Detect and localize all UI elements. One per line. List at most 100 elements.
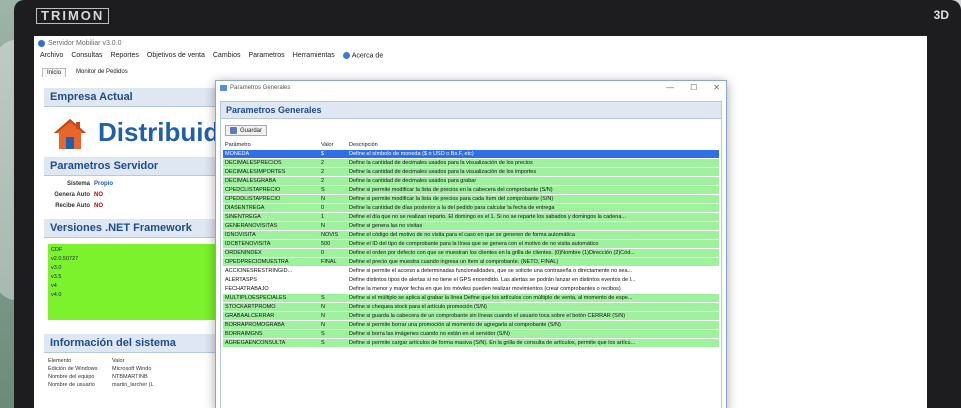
param-desc-cell[interactable]: Define si permite modificar la lista de … bbox=[347, 185, 719, 195]
param-value-cell[interactable]: S bbox=[319, 338, 347, 348]
param-desc-cell[interactable]: Define el orden por defecto con que se m… bbox=[347, 248, 719, 258]
param-desc-cell[interactable]: Define el símbolo de moneda ($ o USD o B… bbox=[347, 150, 719, 159]
menu-archivo[interactable]: Archivo bbox=[40, 52, 63, 59]
param-name-cell[interactable]: AGREGAENCONSULTA bbox=[223, 338, 319, 348]
param-desc-cell[interactable]: Define si borra las imágenes cuando no e… bbox=[347, 329, 719, 339]
param-name-cell[interactable]: OPEDPRECIOMUESTRA bbox=[223, 257, 319, 267]
param-name-cell[interactable]: DECIMALESPRECIOS bbox=[223, 158, 319, 168]
param-name-cell[interactable]: GRABAALCERRAR bbox=[223, 311, 319, 321]
param-value-cell[interactable]: 0 bbox=[319, 203, 347, 213]
table-row[interactable]: DECIMALESIMPORTES 2 Define la cantidad de … bbox=[223, 167, 719, 177]
param-name-cell[interactable]: CPEDCLISTAPRECIO bbox=[223, 185, 319, 195]
table-row[interactable]: BORRAPROMOGRABA N Define si permite borrar… bbox=[223, 320, 719, 330]
param-desc-cell[interactable]: Define el código del motivo de no visita… bbox=[347, 230, 719, 240]
table-row[interactable]: MONEDA $ Define el símbolo de moneda ($ o … bbox=[223, 150, 719, 159]
param-value-cell[interactable]: $ bbox=[319, 150, 347, 159]
param-value-cell[interactable]: N bbox=[319, 194, 347, 204]
table-row[interactable]: GENERANOVISITAS N Define si genera las no … bbox=[223, 221, 719, 231]
param-desc-cell[interactable]: Define si permite modificar la lista de … bbox=[347, 194, 719, 204]
param-value-cell[interactable]: 1 bbox=[319, 212, 347, 222]
param-value-cell[interactable]: S bbox=[319, 185, 347, 195]
param-value-cell[interactable]: NOVIS bbox=[319, 230, 347, 240]
param-name-cell[interactable]: MULTIPLOESPECIALES bbox=[223, 293, 319, 303]
param-desc-cell[interactable]: Define la cantidad de decimales usados p… bbox=[347, 176, 719, 186]
maximize-button[interactable]: ☐ bbox=[690, 83, 697, 92]
table-row[interactable]: IDNOVISITA NOVIS Define el código del moti… bbox=[223, 230, 719, 240]
param-value-cell[interactable]: S bbox=[319, 293, 347, 303]
param-name-cell[interactable]: MONEDA bbox=[223, 150, 319, 159]
table-row[interactable]: DECIMALESGRABA 2 Define la cantidad de dec… bbox=[223, 176, 719, 186]
param-desc-cell[interactable]: Define la cantidad de decimales usados p… bbox=[347, 158, 719, 168]
menu-parametros[interactable]: Parametros bbox=[249, 52, 285, 59]
table-row[interactable]: OPEDPRECIOMUESTRA FINAL Define el precio q… bbox=[223, 257, 719, 267]
param-desc-cell[interactable]: Define la menor y mayor fecha en que los… bbox=[347, 284, 719, 294]
table-row[interactable]: AGREGAENCONSULTA S Define si permite carga… bbox=[223, 338, 719, 348]
param-value-cell[interactable]: N bbox=[319, 311, 347, 321]
param-desc-cell[interactable]: Define si chequea stock para el artículo… bbox=[347, 302, 719, 312]
param-name-cell[interactable]: ORDENINDEX bbox=[223, 248, 319, 258]
param-value-cell[interactable]: N bbox=[319, 221, 347, 231]
tab-monitor-pedidos[interactable]: Monitor de Pedidos bbox=[72, 68, 132, 77]
param-value-cell[interactable]: 2 bbox=[319, 176, 347, 186]
param-name-cell[interactable]: GENERANOVISITAS bbox=[223, 221, 319, 231]
table-row[interactable]: CPEDDLISTAPRECIO N Define si permite modif… bbox=[223, 194, 719, 204]
param-name-cell[interactable]: ACCIONESRESTRINGID... bbox=[223, 266, 319, 276]
param-name-cell[interactable]: BORRAIMGNS bbox=[223, 329, 319, 339]
param-value-cell[interactable]: FINAL bbox=[319, 257, 347, 267]
param-desc-cell[interactable]: Define el día que no se realizan reparto… bbox=[347, 212, 719, 222]
table-row[interactable]: ALERTASPS Define distintos tipos de alert… bbox=[223, 275, 719, 285]
param-desc-cell[interactable]: Define si guarda la cabecera de un compr… bbox=[347, 311, 719, 321]
param-desc-cell[interactable]: Define si genera las no visitas bbox=[347, 221, 719, 231]
param-name-cell[interactable]: DECIMALESGRABA bbox=[223, 176, 319, 186]
param-name-cell[interactable]: STOCKARTPROMO bbox=[223, 302, 319, 312]
param-desc-cell[interactable]: Define la cantidad de decimales usados p… bbox=[347, 167, 719, 177]
save-button[interactable]: Guardar bbox=[225, 125, 268, 136]
param-value-cell[interactable]: N bbox=[319, 320, 347, 330]
param-desc-cell[interactable]: Define distintos tipos de alertas si no … bbox=[347, 275, 719, 285]
param-name-cell[interactable]: IDCBTENOVISITA bbox=[223, 239, 319, 249]
param-desc-cell[interactable]: Define si permite borrar una promoción a… bbox=[347, 320, 719, 330]
param-name-cell[interactable]: SINENTREGA bbox=[223, 212, 319, 222]
param-value-cell[interactable]: 2 bbox=[319, 167, 347, 177]
param-name-cell[interactable]: BORRAPROMOGRABA bbox=[223, 320, 319, 330]
table-row[interactable]: DIASENTREGA 0 Define la cantidad de días p… bbox=[223, 203, 719, 213]
param-desc-cell[interactable]: Define si permite cargar artículos de fo… bbox=[347, 338, 719, 348]
param-value-cell[interactable] bbox=[319, 275, 347, 285]
param-desc-cell[interactable]: Define si el múltiplo se aplica al graba… bbox=[347, 293, 719, 303]
menu-reportes[interactable]: Reportes bbox=[110, 52, 138, 59]
param-desc-cell[interactable]: Define si permite el acceso a determinad… bbox=[347, 266, 719, 276]
menu-herramientas[interactable]: Herramientas bbox=[293, 52, 335, 59]
minimize-button[interactable]: — bbox=[666, 83, 674, 92]
param-value-cell[interactable]: S bbox=[319, 329, 347, 339]
table-row[interactable]: SINENTREGA 1 Define el día que no se reali… bbox=[223, 212, 719, 222]
table-row[interactable]: FECHATRABAJO Define la menor y mayor fech… bbox=[223, 284, 719, 294]
table-row[interactable]: BORRAIMGNS S Define si borra las imágenes … bbox=[223, 329, 719, 339]
param-name-cell[interactable]: IDNOVISITA bbox=[223, 230, 319, 240]
param-name-cell[interactable]: FECHATRABAJO bbox=[223, 284, 319, 294]
menu-consultas[interactable]: Consultas bbox=[71, 52, 102, 59]
param-value-cell[interactable]: 500 bbox=[319, 239, 347, 249]
param-name-cell[interactable]: CPEDDLISTAPRECIO bbox=[223, 194, 319, 204]
tab-inicio[interactable]: Inicio bbox=[42, 68, 67, 77]
table-row[interactable]: ACCIONESRESTRINGID... Define si permite e… bbox=[223, 266, 719, 276]
table-row[interactable]: ORDENINDEX 0 Define el orden por defecto c… bbox=[223, 248, 719, 258]
param-name-cell[interactable]: ALERTASPS bbox=[223, 275, 319, 285]
menu-objetivos[interactable]: Objetivos de venta bbox=[147, 52, 205, 59]
col-valor[interactable]: Valor bbox=[319, 139, 347, 150]
table-row[interactable]: MULTIPLOESPECIALES S Define si el múltiplo… bbox=[223, 293, 719, 303]
param-desc-cell[interactable]: Define el precio que muestra cuando ingr… bbox=[347, 257, 719, 267]
param-name-cell[interactable]: DIASENTREGA bbox=[223, 203, 319, 213]
param-name-cell[interactable]: DECIMALESIMPORTES bbox=[223, 167, 319, 177]
table-row[interactable]: GRABAALCERRAR N Define si guarda la cabece… bbox=[223, 311, 719, 321]
col-parametro[interactable]: Parámetro bbox=[223, 139, 319, 150]
param-value-cell[interactable]: 0 bbox=[319, 248, 347, 258]
param-value-cell[interactable]: 2 bbox=[319, 158, 347, 168]
param-desc-cell[interactable]: Define el ID del tipo de comprobante par… bbox=[347, 239, 719, 249]
param-value-cell[interactable]: N bbox=[319, 302, 347, 312]
menu-acerca[interactable]: Acerca de bbox=[342, 52, 383, 59]
menu-cambios[interactable]: Cambios bbox=[213, 52, 241, 59]
table-row[interactable]: STOCKARTPROMO N Define si chequea stock pa… bbox=[223, 302, 719, 312]
table-row[interactable]: CPEDCLISTAPRECIO S Define si permite modif… bbox=[223, 185, 719, 195]
param-value-cell[interactable] bbox=[319, 284, 347, 294]
close-button[interactable]: ✕ bbox=[713, 83, 720, 92]
